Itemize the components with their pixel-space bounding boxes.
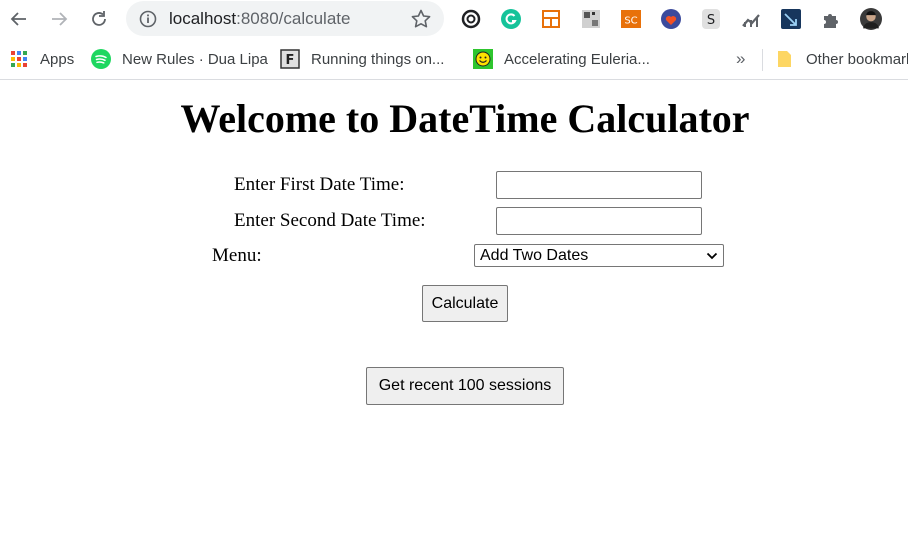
s-extension-icon[interactable]: S: [700, 8, 722, 30]
svg-text:F: F: [286, 53, 295, 68]
info-icon[interactable]: [138, 9, 158, 29]
back-icon[interactable]: [6, 6, 32, 32]
calculate-button[interactable]: Calculate: [422, 285, 508, 322]
puzzle-icon[interactable]: [820, 8, 842, 30]
folder-icon: [775, 49, 795, 69]
first-date-input[interactable]: [496, 171, 702, 199]
url-path: :8080/calculate: [236, 9, 351, 28]
bookmark-running-things[interactable]: F Running things on...: [280, 48, 444, 70]
bookmark-star-icon[interactable]: [410, 8, 432, 30]
second-date-input[interactable]: [496, 207, 702, 235]
recent-sessions-button[interactable]: Get recent 100 sessions: [366, 367, 564, 405]
link-extension-icon[interactable]: [460, 8, 482, 30]
bookmark-new-rules[interactable]: New Rules · Dua Lipa: [91, 48, 268, 70]
more-bookmarks-chevron-icon[interactable]: »: [736, 49, 745, 69]
chart-extension-icon[interactable]: [740, 8, 762, 30]
bookmark-label: New Rules · Dua Lipa: [122, 50, 268, 68]
url-text: localhost:8080/calculate: [169, 9, 350, 29]
selected-operation: Add Two Dates: [480, 247, 589, 264]
address-bar[interactable]: localhost:8080/calculate: [126, 1, 444, 36]
image-extension-icon[interactable]: [580, 8, 602, 30]
sc-extension-icon[interactable]: SC: [620, 8, 642, 30]
first-date-label: Enter First Date Time:: [234, 174, 405, 195]
arrow-extension-icon[interactable]: [780, 8, 802, 30]
spotify-icon: [91, 49, 111, 69]
bookmark-apps[interactable]: Apps: [9, 48, 74, 70]
bookmark-label: Accelerating Euleria...: [504, 50, 650, 68]
page-content: Welcome to DateTime Calculator Enter Fir…: [0, 81, 908, 533]
operation-select[interactable]: Add Two Dates: [474, 244, 724, 267]
apps-grid-icon: [9, 49, 29, 69]
bookmark-accelerating[interactable]: Accelerating Euleria...: [473, 48, 650, 70]
url-host: localhost: [169, 9, 237, 28]
chevron-down-icon: [706, 252, 718, 260]
bookmark-label: Apps: [40, 50, 75, 68]
smiley-icon: [473, 49, 493, 69]
forward-icon[interactable]: [46, 6, 72, 32]
heart-extension-icon[interactable]: [660, 8, 682, 30]
bookmarks-divider: [762, 49, 763, 71]
browser-toolbar: localhost:8080/calculate SC S: [0, 0, 908, 40]
grammarly-icon[interactable]: [500, 8, 522, 30]
reload-icon[interactable]: [86, 6, 112, 32]
f-logo-icon: F: [280, 49, 300, 69]
bookmarks-bar: Apps New Rules · Dua Lipa F Running thin…: [0, 40, 908, 80]
page-title: Welcome to DateTime Calculator: [180, 96, 750, 141]
other-bookmarks-label: Other bookmarks: [806, 50, 908, 68]
other-bookmarks-folder[interactable]: Other bookmarks: [775, 48, 908, 70]
svg-text:SC: SC: [624, 16, 637, 27]
menu-label: Menu:: [212, 245, 262, 266]
second-date-label: Enter Second Date Time:: [234, 210, 426, 231]
svg-text:S: S: [707, 13, 715, 28]
layout-extension-icon[interactable]: [540, 8, 562, 30]
profile-avatar[interactable]: [857, 5, 885, 33]
bookmark-label: Running things on...: [311, 50, 445, 68]
